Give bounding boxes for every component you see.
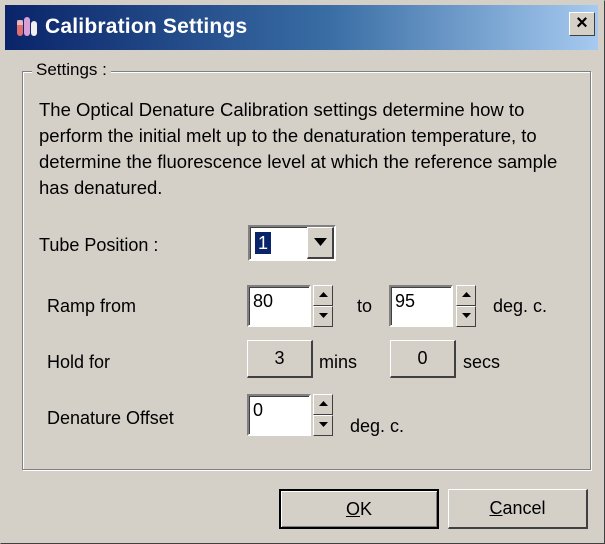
triangle-down-icon — [462, 313, 471, 318]
ramp-from-up-button[interactable] — [313, 285, 333, 306]
ramp-from-label: Ramp from — [47, 296, 137, 316]
tube-position-selected-value[interactable]: 1 — [253, 231, 273, 255]
close-button[interactable]: × — [569, 12, 595, 36]
ramp-from-input[interactable]: 80 — [247, 285, 311, 327]
denature-offset-unit-label: deg. c. — [350, 416, 405, 436]
settings-description: The Optical Denature Calibration setting… — [39, 99, 558, 198]
ramp-to-down-button[interactable] — [456, 306, 476, 327]
calibration-app-icon — [17, 17, 37, 36]
calibration-settings-dialog: Calibration Settings × Settings : The Op… — [0, 0, 605, 544]
denature-offset-down-button[interactable] — [313, 415, 333, 436]
settings-group-legend: Settings : — [32, 60, 111, 80]
hold-for-label: Hold for — [47, 352, 111, 372]
triangle-down-icon — [319, 422, 328, 427]
tube-position-label: Tube Position : — [39, 235, 159, 255]
triangle-up-icon — [319, 292, 328, 297]
hold-secs-value[interactable]: 0 — [390, 340, 456, 378]
title-bar[interactable]: Calibration Settings — [5, 5, 598, 50]
hold-secs-label: secs — [463, 352, 501, 372]
ramp-to-label: to — [357, 296, 373, 316]
cancel-mnemonic: C — [489, 498, 503, 518]
ok-label-rest: K — [360, 499, 373, 519]
tube-position-dropdown-button[interactable] — [307, 227, 334, 259]
dialog-title: Calibration Settings — [45, 15, 248, 38]
cancel-label-rest: ancel — [502, 498, 546, 518]
close-icon: × — [576, 12, 588, 34]
ramp-to-up-button[interactable] — [456, 285, 476, 306]
ramp-to-spinner[interactable] — [456, 285, 476, 327]
ok-mnemonic: O — [345, 499, 360, 519]
denature-offset-spinner[interactable] — [313, 394, 333, 436]
ramp-to-input[interactable]: 95 — [389, 285, 453, 327]
triangle-up-icon — [319, 401, 328, 406]
denature-offset-input[interactable]: 0 — [247, 394, 311, 436]
ramp-unit-label: deg. c. — [493, 296, 548, 316]
chevron-down-icon — [314, 238, 327, 246]
ok-button[interactable]: OK — [279, 489, 439, 529]
ramp-from-spinner[interactable] — [313, 285, 333, 327]
triangle-down-icon — [319, 313, 328, 318]
denature-offset-label: Denature Offset — [47, 408, 174, 428]
hold-mins-value[interactable]: 3 — [247, 340, 313, 378]
triangle-up-icon — [462, 292, 471, 297]
hold-mins-label: mins — [319, 352, 358, 372]
ramp-from-down-button[interactable] — [313, 306, 333, 327]
denature-offset-up-button[interactable] — [313, 394, 333, 415]
cancel-button[interactable]: Cancel — [448, 489, 588, 529]
